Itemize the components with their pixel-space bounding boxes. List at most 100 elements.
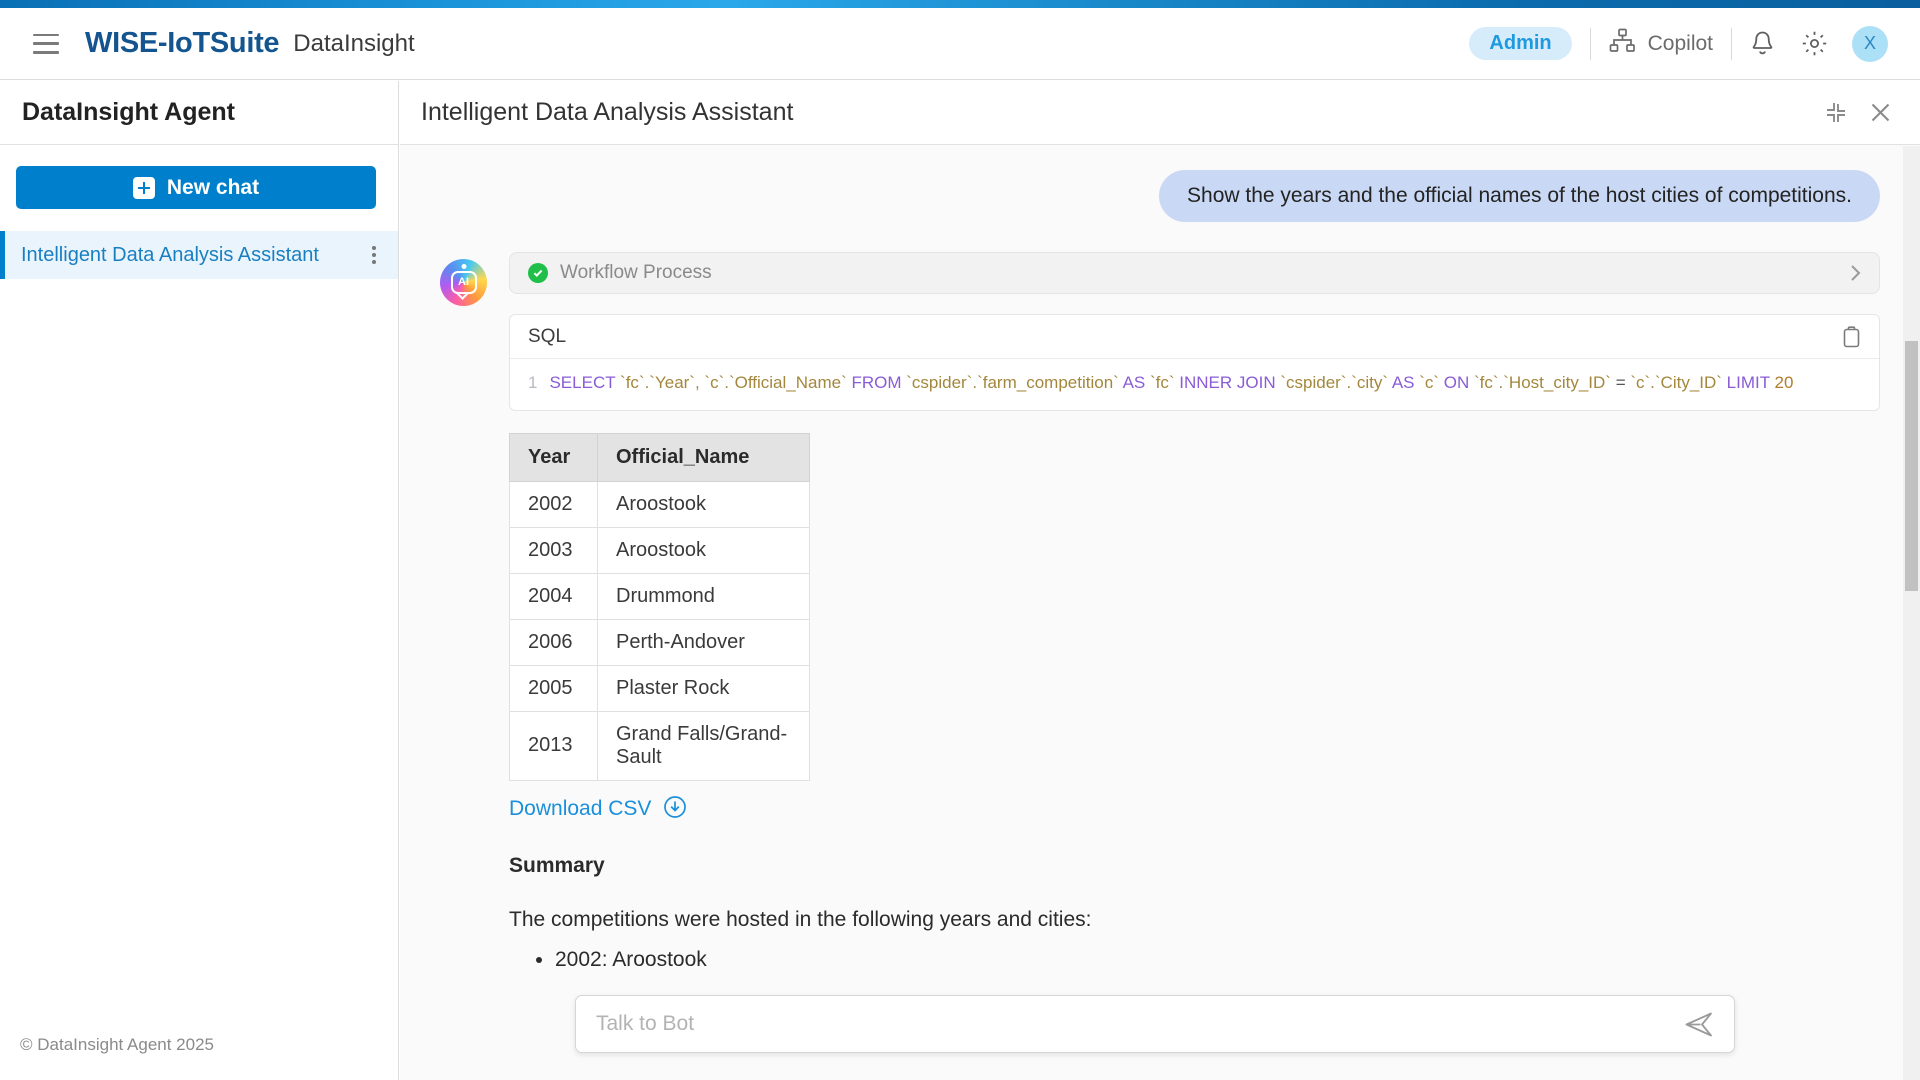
table-row: 2004 Drummond <box>509 572 810 620</box>
table-header-row: Year Official_Name <box>509 432 810 482</box>
chevron-right-icon[interactable] <box>1850 264 1861 282</box>
sql-token: LIMIT <box>1726 373 1775 392</box>
table-cell-official-name: Grand Falls/Grand-Sault <box>597 710 810 781</box>
sql-token: 20 <box>1774 373 1794 392</box>
sql-token: `fc` <box>1150 373 1180 392</box>
sql-token: ON <box>1443 373 1474 392</box>
table-cell-year: 2004 <box>509 572 598 620</box>
chat-scroll-area[interactable]: Show the years and the official names of… <box>400 146 1920 1080</box>
download-csv-label: Download CSV <box>509 797 652 821</box>
sql-token: AS <box>1122 373 1150 392</box>
app-header: WISE-IoTSuite DataInsight Admin Copilot <box>0 8 1920 80</box>
ai-avatar-icon: AI <box>440 259 487 306</box>
sql-token: `fc`.`Host_city_ID` <box>1474 373 1616 392</box>
chat-input[interactable] <box>596 1012 1684 1036</box>
table-cell-year: 2005 <box>509 664 598 712</box>
sql-token: = <box>1615 373 1631 392</box>
sidebar-item-intelligent-data-analysis-assistant[interactable]: Intelligent Data Analysis Assistant <box>0 231 398 279</box>
main-scrollbar-track[interactable] <box>1903 146 1920 1080</box>
sql-token: INNER JOIN <box>1179 373 1281 392</box>
sql-card-header: SQL <box>510 315 1879 359</box>
sql-token: FROM <box>851 373 907 392</box>
sql-token: `fc`.`Year`, `c`.`Official_Name` <box>620 373 852 392</box>
bot-message-row: AI Workflow Process SQL 1 SELECT `fc`.`Y… <box>440 252 1880 1068</box>
download-circle-icon <box>663 795 687 824</box>
sql-token: AS <box>1391 373 1420 392</box>
sql-token: SELECT <box>549 373 621 392</box>
sidebar-title: DataInsight Agent <box>0 81 398 145</box>
main-scrollbar-thumb[interactable] <box>1905 341 1918 591</box>
check-circle-icon <box>528 263 548 283</box>
table-row: 2002 Aroostook <box>509 480 810 528</box>
main-header-actions <box>1824 101 1892 124</box>
ai-avatar-label: AI <box>458 276 469 288</box>
chat-item-label: Intelligent Data Analysis Assistant <box>21 243 319 266</box>
brand-subtitle: DataInsight <box>293 29 415 57</box>
chat-content: Show the years and the official names of… <box>400 146 1920 1068</box>
table-cell-official-name: Plaster Rock <box>597 664 810 712</box>
send-arrow-icon[interactable] <box>1684 1011 1714 1038</box>
composer <box>575 995 1735 1053</box>
user-avatar[interactable]: X <box>1852 25 1888 62</box>
copilot-button[interactable]: Copilot <box>1609 28 1713 59</box>
main-panel: Intelligent Data Analysis Assistant Show… <box>400 81 1920 1080</box>
admin-badge[interactable]: Admin <box>1469 27 1572 60</box>
sql-line-number: 1 <box>528 373 538 392</box>
table-cell-official-name: Aroostook <box>597 480 810 528</box>
table-row: 2005 Plaster Rock <box>509 664 810 712</box>
clipboard-icon[interactable] <box>1842 325 1861 348</box>
header-actions: Admin Copilot X <box>1469 8 1920 79</box>
bell-icon[interactable] <box>1750 30 1775 57</box>
table-body: 2002 Aroostook 2003 Aroostook 2004 Drummond 20… <box>509 480 810 781</box>
table-cell-official-name: Drummond <box>597 572 810 620</box>
sql-token: `c`.`City_ID` <box>1630 373 1727 392</box>
kebab-menu-icon[interactable] <box>368 242 380 268</box>
table-row: 2003 Aroostook <box>509 526 810 574</box>
new-chat-label: New chat <box>166 175 260 199</box>
summary-list-item: 2002: Aroostook <box>555 948 1880 972</box>
header-divider-1 <box>1589 27 1591 60</box>
plus-icon <box>132 176 155 199</box>
download-csv-button[interactable]: Download CSV <box>509 795 1880 824</box>
table-header-year: Year <box>509 432 598 482</box>
collapse-icon[interactable] <box>1824 101 1847 124</box>
bot-message-body: Workflow Process SQL 1 SELECT `fc`.`Year… <box>509 252 1880 1068</box>
close-icon[interactable] <box>1869 101 1892 124</box>
sql-code-text: SELECT `fc`.`Year`, `c`.`Official_Name` … <box>549 373 1793 392</box>
results-table: Year Official_Name 2002 Aroostook 2003 Aroo… <box>509 432 810 781</box>
table-cell-year: 2013 <box>509 710 598 781</box>
sql-token: `c` <box>1419 373 1444 392</box>
table-header-official-name: Official_Name <box>597 432 810 482</box>
sitemap-icon <box>1609 28 1636 59</box>
sidebar-footer: © DataInsight Agent 2025 <box>20 1035 214 1054</box>
top-accent-strip <box>0 0 1920 8</box>
table-cell-year: 2002 <box>509 480 598 528</box>
sql-language-label: SQL <box>528 325 567 347</box>
brand-logo: WISE-IoTSuite <box>85 27 280 59</box>
robot-glyph: AI <box>450 271 477 294</box>
gear-icon[interactable] <box>1801 30 1828 57</box>
new-chat-button[interactable]: New chat <box>16 166 376 209</box>
sidebar: DataInsight Agent New chat Intelligent D… <box>0 81 399 1080</box>
summary-lead-text: The competitions were hosted in the foll… <box>509 907 1092 931</box>
header-divider-2 <box>1731 27 1732 60</box>
table-row: 2013 Grand Falls/Grand-Sault <box>509 710 810 781</box>
table-row: 2006 Perth-Andover <box>509 618 810 666</box>
main-header: Intelligent Data Analysis Assistant <box>400 81 1920 145</box>
workflow-process-bar[interactable]: Workflow Process <box>509 252 1880 294</box>
table-cell-year: 2003 <box>509 526 598 574</box>
summary-heading: Summary <box>509 853 605 877</box>
sql-token: `cspider`.`farm_competition` <box>906 373 1123 392</box>
sql-card-body: 1 SELECT `fc`.`Year`, `c`.`Official_Name`… <box>510 359 1879 410</box>
table-cell-official-name: Perth-Andover <box>597 618 810 666</box>
sql-token: `cspider`.`city` <box>1280 373 1392 392</box>
sql-code-card: SQL 1 SELECT `fc`.`Year`, `c`.`Official_N… <box>509 314 1880 411</box>
hamburger-icon[interactable] <box>33 33 59 54</box>
page-title: Intelligent Data Analysis Assistant <box>421 98 794 126</box>
table-cell-official-name: Aroostook <box>597 526 810 574</box>
table-cell-year: 2006 <box>509 618 598 666</box>
user-message-bubble: Show the years and the official names of… <box>1159 170 1880 222</box>
user-message-row: Show the years and the official names of… <box>440 170 1880 222</box>
copilot-label: Copilot <box>1647 31 1713 55</box>
workflow-process-label: Workflow Process <box>560 262 712 283</box>
